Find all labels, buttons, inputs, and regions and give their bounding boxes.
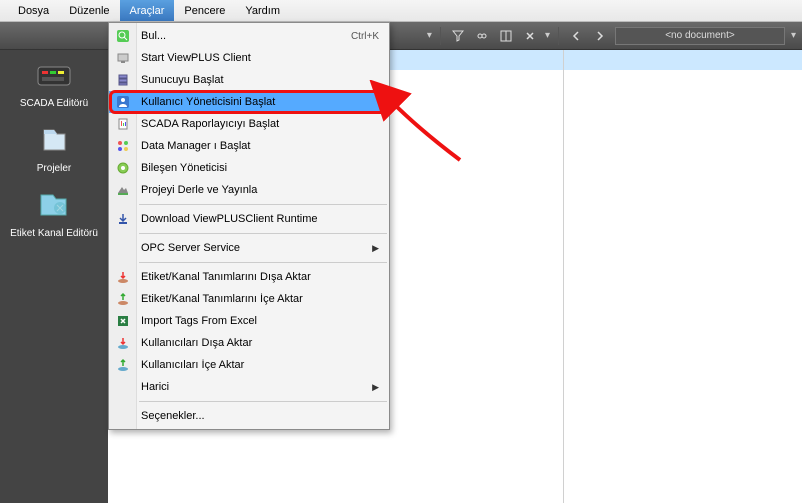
- menu-item-label: Kullanıcıları İçe Aktar: [141, 359, 379, 371]
- toolbar-dropdown-arrow-icon[interactable]: ▾: [545, 30, 550, 41]
- nav-back-icon[interactable]: [567, 27, 585, 45]
- data-manager-icon: [113, 138, 133, 154]
- menu-separator: [139, 204, 387, 205]
- menu-item[interactable]: SCADA Raporlayıcıyı Başlat: [109, 113, 389, 135]
- menu-item-label: Kullanıcı Yöneticisini Başlat: [141, 96, 379, 108]
- layout-icon[interactable]: [497, 27, 515, 45]
- menu-item-label: Bileşen Yöneticisi: [141, 162, 379, 174]
- menu-item-label: Etiket/Kanal Tanımlarını İçe Aktar: [141, 293, 379, 305]
- import-users-icon: [113, 357, 133, 373]
- filter-icon[interactable]: [449, 27, 467, 45]
- document-combo[interactable]: <no document>: [615, 27, 785, 45]
- sidebar-item-tag-channel-editor[interactable]: Etiket Kanal Editörü: [10, 188, 98, 239]
- opc-icon: [113, 240, 133, 256]
- menu-separator: [139, 233, 387, 234]
- menu-help[interactable]: Yardım: [235, 0, 290, 21]
- menu-item-label: Kullanıcıları Dışa Aktar: [141, 337, 379, 349]
- external-icon: [113, 379, 133, 395]
- menu-tools[interactable]: Araçlar: [120, 0, 175, 21]
- reporter-icon: [113, 116, 133, 132]
- client-icon: [113, 50, 133, 66]
- menu-item-label: Projeyi Derle ve Yayınla: [141, 184, 379, 196]
- menu-item-label: OPC Server Service: [141, 242, 366, 254]
- import-icon: [113, 291, 133, 307]
- close-panel-icon[interactable]: [521, 27, 539, 45]
- submenu-arrow-icon: ▶: [372, 382, 379, 393]
- component-icon: [113, 160, 133, 176]
- doc-combo-arrow-icon[interactable]: ▾: [791, 30, 796, 41]
- menu-item[interactable]: Sunucuyu Başlat: [109, 69, 389, 91]
- submenu-arrow-icon: ▶: [372, 243, 379, 254]
- projects-icon: [34, 123, 74, 159]
- splitter[interactable]: [563, 50, 564, 503]
- export-icon: [113, 269, 133, 285]
- nav-forward-icon[interactable]: [591, 27, 609, 45]
- menu-item-label: Start ViewPLUS Client: [141, 52, 379, 64]
- menu-item-label: SCADA Raporlayıcıyı Başlat: [141, 118, 379, 130]
- menu-item-shortcut: Ctrl+K: [351, 31, 379, 42]
- sidebar: SCADA Editörü Projeler Etiket Kanal Edit…: [0, 50, 108, 503]
- link-icon[interactable]: [473, 27, 491, 45]
- user-manager-icon: [113, 94, 133, 110]
- export-users-icon: [113, 335, 133, 351]
- menu-item[interactable]: Projeyi Derle ve Yayınla: [109, 179, 389, 201]
- menu-item[interactable]: Bileşen Yöneticisi: [109, 157, 389, 179]
- menu-item-label: Harici: [141, 381, 366, 393]
- find-icon: [113, 28, 133, 44]
- menu-item[interactable]: Kullanıcı Yöneticisini Başlat: [109, 91, 389, 113]
- menu-item[interactable]: Seçenekler...: [109, 405, 389, 427]
- menu-item-label: Sunucuyu Başlat: [141, 74, 379, 86]
- menu-item[interactable]: Download ViewPLUSClient Runtime: [109, 208, 389, 230]
- tag-channel-editor-icon: [34, 188, 74, 224]
- menu-item[interactable]: Harici ▶: [109, 376, 389, 398]
- toolbar-dropdown-arrow-icon[interactable]: ▾: [427, 30, 432, 41]
- sidebar-item-label: Projeler: [37, 163, 71, 174]
- menu-file[interactable]: Dosya: [8, 0, 59, 21]
- menu-item-label: Import Tags From Excel: [141, 315, 379, 327]
- menu-item[interactable]: OPC Server Service ▶: [109, 237, 389, 259]
- blank-icon: [113, 408, 133, 424]
- tools-dropdown-menu: Bul...Ctrl+K Start ViewPLUS Client Sunucuy…: [108, 22, 390, 430]
- menu-item[interactable]: Import Tags From Excel: [109, 310, 389, 332]
- menu-window[interactable]: Pencere: [174, 0, 235, 21]
- scada-editor-icon: [34, 58, 74, 94]
- menu-item-label: Data Manager ı Başlat: [141, 140, 379, 152]
- sidebar-item-label: Etiket Kanal Editörü: [10, 228, 98, 239]
- menu-item[interactable]: Bul...Ctrl+K: [109, 25, 389, 47]
- menu-item[interactable]: Etiket/Kanal Tanımlarını Dışa Aktar: [109, 266, 389, 288]
- sidebar-item-label: SCADA Editörü: [20, 98, 88, 109]
- build-publish-icon: [113, 182, 133, 198]
- sidebar-item-scada-editor[interactable]: SCADA Editörü: [20, 58, 88, 109]
- menu-separator: [139, 262, 387, 263]
- menu-edit[interactable]: Düzenle: [59, 0, 119, 21]
- menu-item[interactable]: Etiket/Kanal Tanımlarını İçe Aktar: [109, 288, 389, 310]
- menu-item[interactable]: Start ViewPLUS Client: [109, 47, 389, 69]
- menu-item[interactable]: Data Manager ı Başlat: [109, 135, 389, 157]
- menu-separator: [139, 401, 387, 402]
- menu-item-label: Seçenekler...: [141, 410, 379, 422]
- menu-item[interactable]: Kullanıcıları İçe Aktar: [109, 354, 389, 376]
- excel-icon: [113, 313, 133, 329]
- menubar: Dosya Düzenle Araçlar Pencere Yardım: [0, 0, 802, 22]
- server-icon: [113, 72, 133, 88]
- menu-item-label: Bul...: [141, 30, 351, 42]
- download-icon: [113, 211, 133, 227]
- sidebar-item-projects[interactable]: Projeler: [34, 123, 74, 174]
- menu-item-label: Download ViewPLUSClient Runtime: [141, 213, 379, 225]
- menu-item[interactable]: Kullanıcıları Dışa Aktar: [109, 332, 389, 354]
- menu-item-label: Etiket/Kanal Tanımlarını Dışa Aktar: [141, 271, 379, 283]
